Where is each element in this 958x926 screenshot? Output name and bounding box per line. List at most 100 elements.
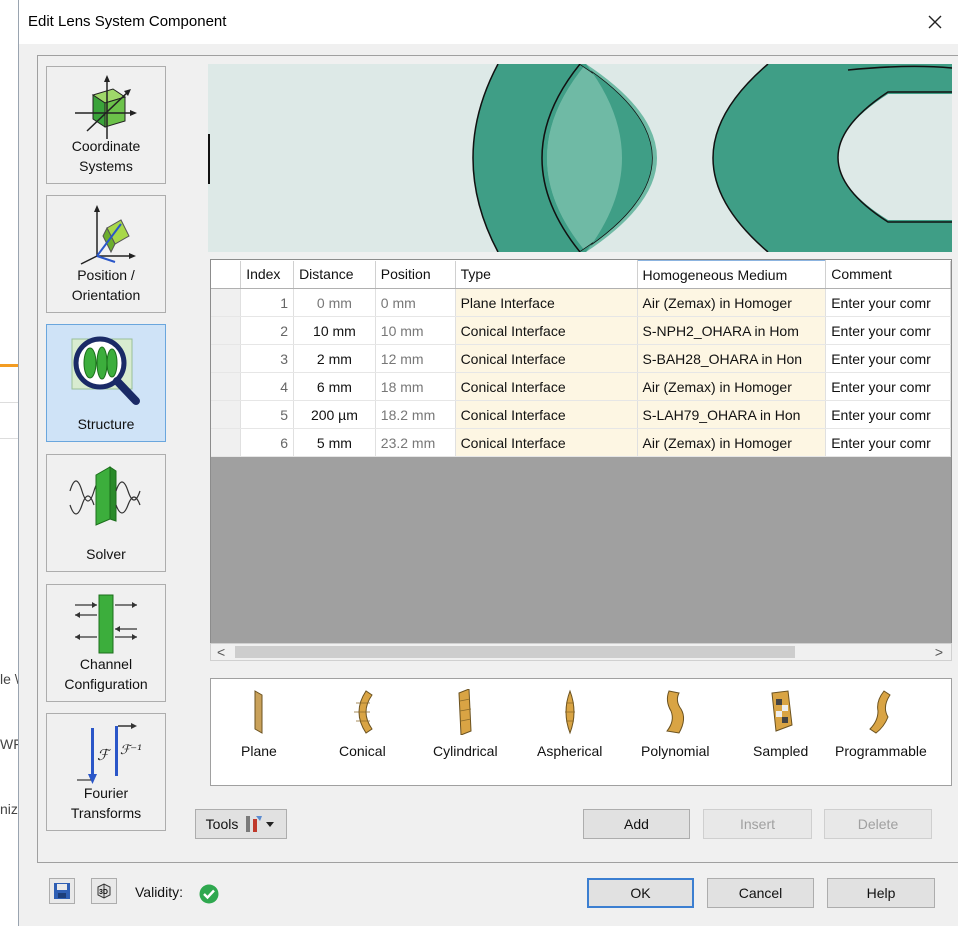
- cell-medium[interactable]: Air (Zemax) in Homoger: [637, 372, 827, 401]
- column-header-comment[interactable]: Comment: [825, 260, 951, 289]
- help-button[interactable]: Help: [827, 878, 935, 908]
- cell-distance[interactable]: 0 mm: [293, 288, 376, 317]
- column-header-homogeneous-medium[interactable]: Homogeneous Medium: [636, 260, 827, 289]
- nav-coordinate-systems[interactable]: Coordinate Systems: [46, 66, 166, 184]
- cell-index: 1: [240, 288, 295, 317]
- palette-item-sampled[interactable]: Sampled: [753, 685, 808, 759]
- cell-position: 23.2 mm: [375, 428, 456, 457]
- view-3d-button[interactable]: 3D: [91, 878, 117, 904]
- column-header-distance[interactable]: Distance: [293, 260, 376, 289]
- cell-distance[interactable]: 5 mm: [293, 428, 376, 457]
- nav-fourier-transforms[interactable]: ℱ ℱ⁻¹ Fourier Transforms: [46, 713, 166, 831]
- tools-label: Tools: [205, 816, 239, 832]
- column-header-type[interactable]: Type: [455, 260, 638, 289]
- interface-palette: Plane Conical Cylindrical Aspherical Pol…: [210, 678, 952, 786]
- table-row[interactable]: 5 200 µm 18.2 mm Conical Interface S-LAH…: [211, 400, 951, 429]
- cell-comment[interactable]: Enter your comr: [825, 316, 951, 345]
- palette-item-aspherical[interactable]: Aspherical: [537, 685, 602, 759]
- svg-text:3D: 3D: [99, 889, 108, 896]
- cell-type[interactable]: Conical Interface: [455, 316, 638, 345]
- structure-table: Index Distance Position Type Homogeneous…: [211, 260, 951, 457]
- palette-label: Polynomial: [641, 743, 710, 759]
- cell-index: 6: [240, 428, 295, 457]
- scrollbar-thumb[interactable]: [235, 646, 795, 658]
- row-header[interactable]: [211, 428, 242, 457]
- cell-medium[interactable]: S-NPH2_OHARA in Hom: [637, 316, 827, 345]
- cell-comment[interactable]: Enter your comr: [825, 288, 951, 317]
- nav-label: Configuration: [64, 676, 148, 692]
- cell-position: 10 mm: [375, 316, 456, 345]
- table-row[interactable]: 3 2 mm 12 mm Conical Interface S-BAH28_O…: [211, 344, 951, 373]
- corner-cell[interactable]: [211, 260, 242, 289]
- row-header[interactable]: [211, 288, 242, 317]
- scroll-right-icon[interactable]: >: [935, 644, 943, 660]
- column-header-index[interactable]: Index: [240, 260, 295, 289]
- horizontal-scrollbar[interactable]: < >: [210, 643, 952, 661]
- add-button[interactable]: Add: [583, 809, 690, 839]
- nav-channel-configuration[interactable]: Channel Configuration: [46, 584, 166, 702]
- cell-comment[interactable]: Enter your comr: [825, 372, 951, 401]
- aspherical-interface-icon: [562, 685, 578, 735]
- tools-icon: [246, 816, 275, 832]
- cancel-button[interactable]: Cancel: [707, 878, 814, 908]
- save-icon: [54, 883, 70, 899]
- palette-item-programmable[interactable]: Programmable: [835, 685, 927, 759]
- cell-position: 0 mm: [375, 288, 456, 317]
- palette-label: Programmable: [835, 743, 927, 759]
- svg-text:ℱ⁻¹: ℱ⁻¹: [120, 743, 142, 758]
- cell-distance[interactable]: 6 mm: [293, 372, 376, 401]
- cell-distance[interactable]: 10 mm: [293, 316, 376, 345]
- cell-position: 18.2 mm: [375, 400, 456, 429]
- cell-medium[interactable]: S-LAH79_OHARA in Hon: [637, 400, 827, 429]
- palette-label: Plane: [241, 743, 277, 759]
- position-orientation-icon: [47, 202, 165, 266]
- cylindrical-interface-icon: [455, 685, 475, 735]
- cell-comment[interactable]: Enter your comr: [825, 400, 951, 429]
- structure-icon: [47, 331, 165, 407]
- cell-distance[interactable]: 200 µm: [293, 400, 376, 429]
- nav-label: Systems: [79, 158, 133, 174]
- cell-type[interactable]: Conical Interface: [455, 400, 638, 429]
- column-header-position[interactable]: Position: [375, 260, 456, 289]
- cell-medium[interactable]: Air (Zemax) in Homoger: [637, 288, 827, 317]
- nav-label: Structure: [77, 416, 135, 432]
- row-header[interactable]: [211, 344, 242, 373]
- background-text-fragment: le \: [0, 671, 19, 687]
- cell-comment[interactable]: Enter your comr: [825, 428, 951, 457]
- save-button[interactable]: [49, 878, 75, 904]
- palette-item-conical[interactable]: Conical: [339, 685, 386, 759]
- validity-label: Validity:: [135, 884, 183, 900]
- delete-button[interactable]: Delete: [824, 809, 932, 839]
- insert-button[interactable]: Insert: [703, 809, 812, 839]
- conical-interface-icon: [350, 685, 374, 735]
- palette-label: Conical: [339, 743, 386, 759]
- cell-type[interactable]: Conical Interface: [455, 372, 638, 401]
- table-row[interactable]: 6 5 mm 23.2 mm Conical Interface Air (Ze…: [211, 428, 951, 457]
- coordinate-systems-icon: [47, 73, 165, 143]
- table-row[interactable]: 2 10 mm 10 mm Conical Interface S-NPH2_O…: [211, 316, 951, 345]
- row-header[interactable]: [211, 316, 242, 345]
- cell-comment[interactable]: Enter your comr: [825, 344, 951, 373]
- nav-structure[interactable]: Structure: [46, 324, 166, 442]
- nav-position-orientation[interactable]: Position / Orientation: [46, 195, 166, 313]
- cell-type[interactable]: Plane Interface: [455, 288, 638, 317]
- table-row[interactable]: 4 6 mm 18 mm Conical Interface Air (Zema…: [211, 372, 951, 401]
- cell-type[interactable]: Conical Interface: [455, 428, 638, 457]
- row-header[interactable]: [211, 400, 242, 429]
- cell-distance[interactable]: 2 mm: [293, 344, 376, 373]
- nav-solver[interactable]: Solver: [46, 454, 166, 572]
- cell-medium[interactable]: Air (Zemax) in Homoger: [637, 428, 827, 457]
- close-button[interactable]: [921, 8, 949, 36]
- cell-position: 18 mm: [375, 372, 456, 401]
- cell-type[interactable]: Conical Interface: [455, 344, 638, 373]
- ok-button[interactable]: OK: [587, 878, 694, 908]
- scroll-left-icon[interactable]: <: [217, 644, 225, 660]
- table-row[interactable]: 1 0 mm 0 mm Plane Interface Air (Zemax) …: [211, 288, 951, 317]
- palette-item-polynomial[interactable]: Polynomial: [641, 685, 709, 759]
- cell-medium[interactable]: S-BAH28_OHARA in Hon: [637, 344, 827, 373]
- tools-menu-button[interactable]: Tools: [195, 809, 287, 839]
- row-header[interactable]: [211, 372, 242, 401]
- fourier-transforms-icon: ℱ ℱ⁻¹: [47, 720, 165, 786]
- palette-item-plane[interactable]: Plane: [241, 685, 277, 759]
- palette-item-cylindrical[interactable]: Cylindrical: [433, 685, 498, 759]
